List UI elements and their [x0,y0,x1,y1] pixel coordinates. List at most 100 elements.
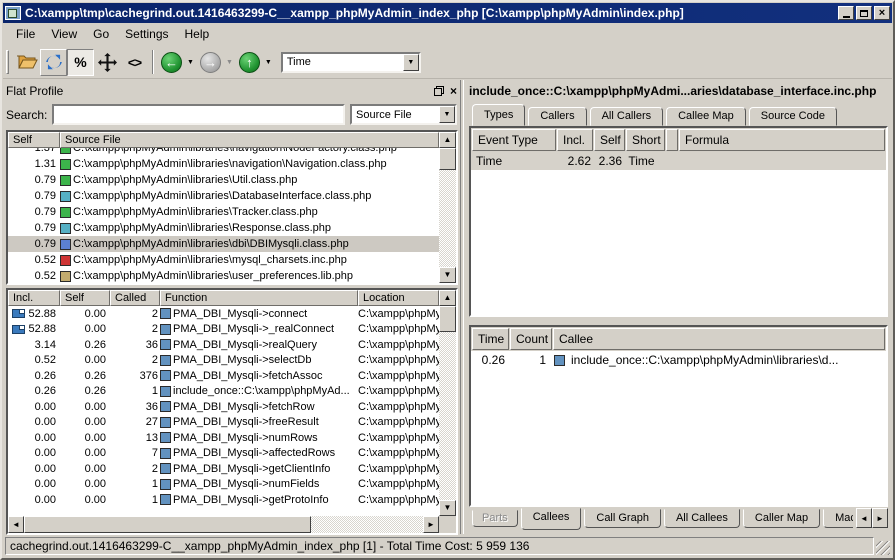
function-name: PMA_DBI_Mysqli->fetchRow [173,401,315,413]
menu-help[interactable]: Help [177,25,218,44]
column-header-location[interactable]: Location [358,290,439,306]
menu-go[interactable]: Go [85,25,117,44]
menu-view[interactable]: View [43,25,85,44]
column-header-self[interactable]: Self [8,132,60,148]
column-header-time[interactable]: Time [472,328,509,350]
resize-grip[interactable] [876,541,890,555]
list-item[interactable]: 0.52C:\xampp\phpMyAdmin\libraries\mysql_… [8,252,439,268]
column-header-event-type[interactable]: Event Type [472,129,556,151]
list-item[interactable]: 0.52C:\xampp\phpMyAdmin\libraries\user_p… [8,268,439,283]
group-combo-dropdown-button[interactable]: ▼ [439,106,455,123]
table-row[interactable]: 0.000.001PMA_DBI_Mysqli->numFieldsC:\xam… [8,477,439,493]
tab-callers[interactable]: Callers [528,107,586,126]
scroll-thumb[interactable] [439,148,456,170]
table-row[interactable]: 0.520.002PMA_DBI_Mysqli->selectDbC:\xamp… [8,353,439,369]
scroll-track[interactable] [439,148,456,267]
column-header-callee[interactable]: Callee [553,328,885,350]
group-by-combo[interactable]: Source File ▼ [350,104,457,125]
toolbar-handle[interactable] [6,50,9,74]
tab-callee-map[interactable]: Callee Map [666,107,746,126]
scrollbar-horizontal[interactable]: ◄ ► [8,516,439,533]
table-row-selected[interactable]: Time 2.62 2.36 Time [471,152,886,170]
table-row[interactable]: 0.000.007PMA_DBI_Mysqli->affectedRowsC:\… [8,446,439,462]
column-header-count[interactable]: Count [510,328,552,350]
event-type-combo[interactable]: Time ▼ [281,52,421,73]
title-bar[interactable]: C:\xampp\tmp\cachegrind.out.1416463299-C… [3,3,892,23]
scrollbar-vertical[interactable]: ▲ ▼ [439,290,456,516]
list-item[interactable]: 1.37C:\xampp\phpMyAdmin\libraries\naviga… [8,148,439,156]
list-item[interactable]: 1.31C:\xampp\phpMyAdmin\libraries\naviga… [8,156,439,172]
column-header-incl[interactable]: Incl. [8,290,60,306]
scroll-down-button[interactable]: ▼ [439,500,456,516]
scroll-track[interactable] [439,306,456,500]
relative-percent-toggle[interactable]: % [67,49,94,76]
close-icon: × [879,8,885,18]
column-header-short[interactable]: Short [626,129,665,151]
dock-header[interactable]: Flat Profile × [6,82,457,99]
menu-settings[interactable]: Settings [117,25,176,44]
search-input[interactable] [52,104,345,125]
table-row[interactable]: 0.000.0036PMA_DBI_Mysqli->fetchRowC:\xam… [8,399,439,415]
minimize-button[interactable] [838,6,854,20]
back-dropdown-arrow[interactable]: ▼ [187,59,194,66]
table-row[interactable]: 0.000.0027PMA_DBI_Mysqli->freeResultC:\x… [8,415,439,431]
column-header-called[interactable]: Called [110,290,160,306]
tab-source-code[interactable]: Source Code [749,107,837,126]
scroll-left-button[interactable]: ◄ [8,516,24,533]
tab-all-callers[interactable]: All Callers [590,107,664,126]
tab-callees[interactable]: Callees [521,508,582,530]
scroll-down-button[interactable]: ▼ [439,267,456,283]
tab-call-graph[interactable]: Call Graph [584,509,661,528]
called-value: 27 [110,416,160,428]
tab-caller-map[interactable]: Caller Map [743,509,820,528]
column-header-formula[interactable]: Formula [679,129,885,151]
dock-float-icon[interactable] [434,86,444,96]
tab-all-callees[interactable]: All Callees [664,509,740,528]
forward-button[interactable]: → [197,49,224,76]
column-header-self[interactable]: Self [60,290,110,306]
scroll-right-button[interactable]: ► [423,516,439,533]
table-row[interactable]: 0.000.002PMA_DBI_Mysqli->getClientInfoC:… [8,461,439,477]
table-row[interactable]: 0.26 1 include_once::C:\xampp\phpMyAdmin… [471,351,886,369]
column-header-function[interactable]: Function [160,290,358,306]
tab-scroll-left-button[interactable]: ◄ [856,508,872,528]
table-row[interactable]: 52.880.002PMA_DBI_Mysqli->_realConnectC:… [8,322,439,338]
list-item[interactable]: 0.79C:\xampp\phpMyAdmin\libraries\Databa… [8,188,439,204]
scroll-up-button[interactable]: ▲ [439,132,456,148]
maximize-button[interactable] [856,6,872,20]
scroll-thumb[interactable] [439,306,456,332]
close-button[interactable]: × [874,6,890,20]
list-item[interactable]: 0.79C:\xampp\phpMyAdmin\libraries\Tracke… [8,204,439,220]
table-row[interactable]: 3.140.2636PMA_DBI_Mysqli->realQueryC:\xa… [8,337,439,353]
up-dropdown-arrow[interactable]: ▼ [265,59,272,66]
list-item-selected[interactable]: 0.79C:\xampp\phpMyAdmin\libraries\dbi\DB… [8,236,439,252]
column-header-source-file[interactable]: Source File [60,132,439,148]
list-item[interactable]: 0.79C:\xampp\phpMyAdmin\libraries\Util.c… [8,172,439,188]
column-header-incl[interactable]: Incl. [557,129,593,151]
scrollbar-vertical[interactable]: ▲ ▼ [439,132,456,283]
reload-button[interactable] [40,49,67,76]
tab-scroll-right-button[interactable]: ► [872,508,888,528]
scroll-track[interactable] [24,516,423,533]
table-row[interactable]: 0.000.001PMA_DBI_Mysqli->getProtoInfoC:\… [8,492,439,508]
list-item[interactable]: 0.79C:\xampp\phpMyAdmin\libraries\Respon… [8,220,439,236]
called-value: 2 [110,323,160,335]
tab-machine[interactable]: Machine [823,509,853,528]
up-button[interactable]: ↑ [236,49,263,76]
table-row[interactable]: 0.260.26376PMA_DBI_Mysqli->fetchAssocC:\… [8,368,439,384]
table-row[interactable]: 52.880.002PMA_DBI_Mysqli->connectC:\xamp… [8,306,439,322]
menu-file[interactable]: File [8,25,43,44]
back-button[interactable]: ← [158,49,185,76]
forward-dropdown-arrow[interactable]: ▼ [226,59,233,66]
dock-layout-button[interactable] [94,49,121,76]
table-row[interactable]: 0.260.261include_once::C:\xampp\phpMyAd.… [8,384,439,400]
table-row[interactable]: 0.000.0013PMA_DBI_Mysqli->numRowsC:\xamp… [8,430,439,446]
tab-types[interactable]: Types [472,104,525,126]
scroll-thumb[interactable] [24,516,311,533]
dock-close-icon[interactable]: × [450,86,457,96]
expand-collapse-button[interactable]: <> [121,49,148,76]
column-header-self[interactable]: Self [594,129,625,151]
open-file-button[interactable] [13,49,40,76]
combo-dropdown-button[interactable]: ▼ [403,54,419,71]
scroll-up-button[interactable]: ▲ [439,290,456,306]
